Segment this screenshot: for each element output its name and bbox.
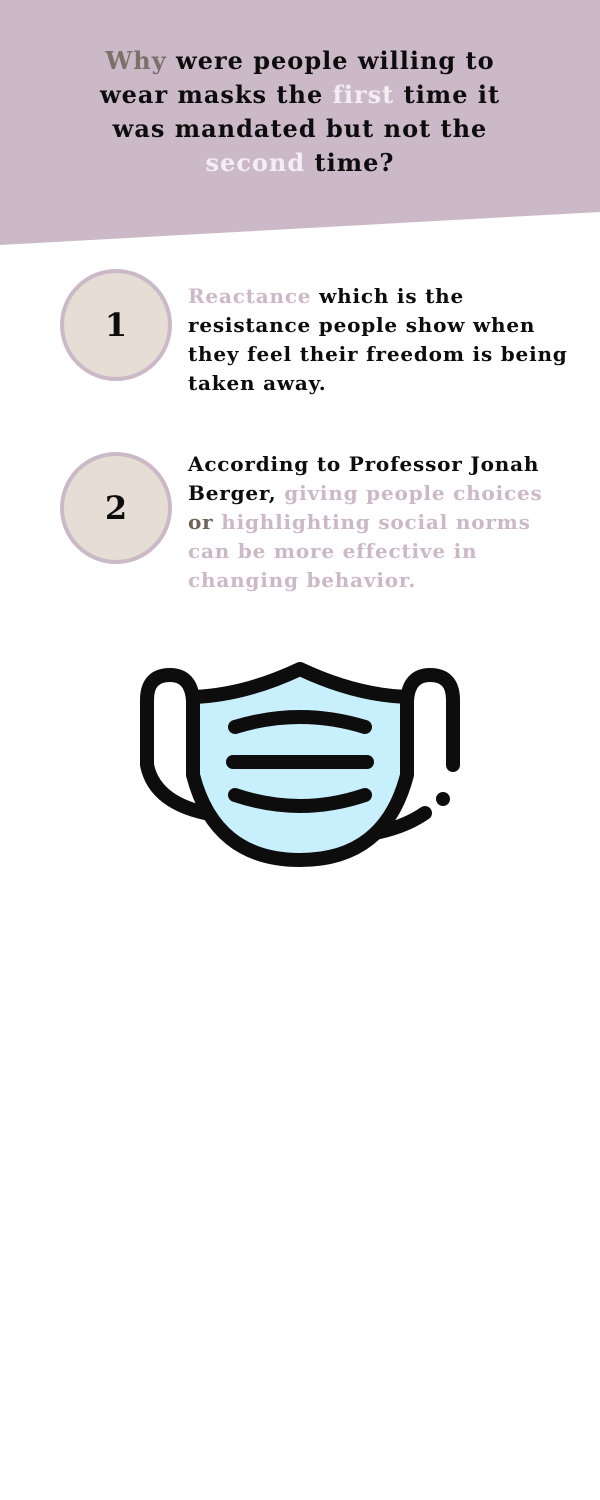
reason-1-text: Reactance which is the resistance people… [188, 282, 573, 398]
title-word-second: second [205, 148, 306, 177]
reason-2-text: According to Professor Jonah Berger, giv… [188, 450, 573, 595]
reason-2-keyword-norms: highlighting social norms can be more ef… [188, 510, 531, 592]
title-word-first: first [332, 80, 395, 109]
title-word-why: Why [105, 46, 167, 75]
page-title: Why were people willing to wear masks th… [70, 44, 530, 180]
reason-1-keyword: Reactance [188, 284, 312, 308]
loop-dot [436, 792, 450, 806]
number-badge-1: 1 [60, 269, 172, 381]
reason-2-or: or [188, 510, 222, 534]
title-text-part: time? [305, 148, 395, 177]
face-mask-icon [140, 662, 460, 867]
number-badge-2: 2 [60, 452, 172, 564]
reason-2-keyword-choices: giving people choices [284, 481, 543, 505]
